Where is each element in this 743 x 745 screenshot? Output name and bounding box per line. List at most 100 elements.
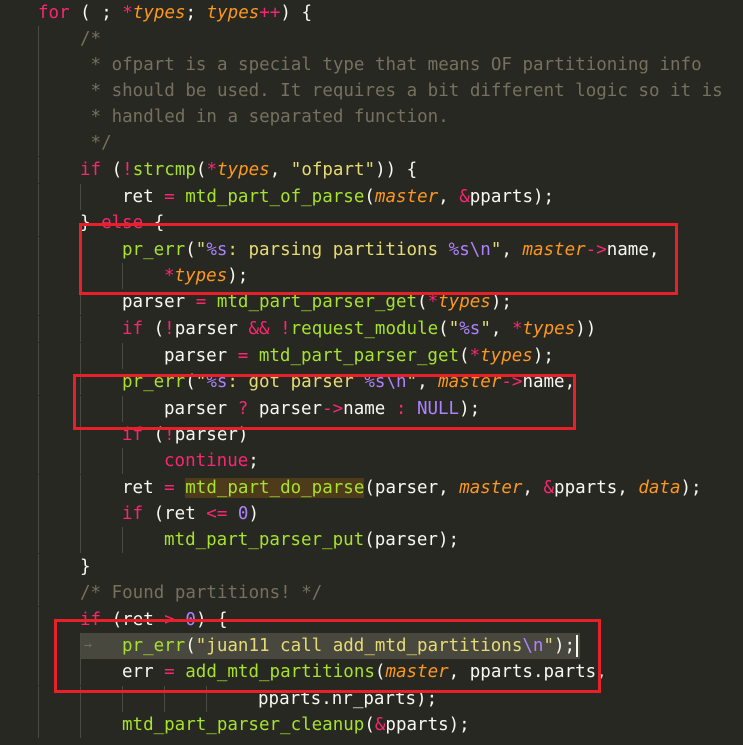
code-token: (	[185, 372, 196, 392]
indent-guide	[38, 104, 39, 130]
code-line[interactable]: if (ret > 0) {	[80, 607, 228, 633]
code-line[interactable]: */	[80, 130, 112, 156]
code-token: !	[280, 319, 291, 339]
indent-guide	[38, 475, 39, 501]
code-line[interactable]: pr_err("%s: parsing partitions %s\n", ma…	[122, 237, 659, 263]
indent-guide	[80, 369, 81, 395]
code-line[interactable]: if (!strcmp(*types, "ofpart")) {	[80, 157, 417, 183]
code-token: mtd_part_parser_put	[164, 530, 365, 550]
code-line[interactable]: if (!parser)	[122, 422, 248, 448]
code-line[interactable]: ret = mtd_part_do_parse(parser, master, …	[122, 475, 702, 501]
code-token: : got parser	[227, 372, 365, 392]
code-line[interactable]: * handled in a separated function.	[80, 104, 449, 130]
code-token: (	[185, 240, 196, 260]
code-token: ( ;	[69, 3, 123, 23]
indent-guide	[38, 184, 39, 210]
code-token: pparts.nr_parts);	[258, 689, 438, 709]
code-token: );	[227, 266, 249, 286]
indent-guide	[38, 422, 39, 448]
indent-guide	[80, 396, 81, 422]
code-token: ?	[237, 399, 249, 419]
code-token: \n	[469, 240, 491, 260]
indent-guide	[38, 686, 39, 712]
code-line[interactable]: *types);	[164, 263, 248, 289]
indent-guide	[38, 448, 39, 474]
code-token: pparts);	[385, 715, 470, 735]
code-token: master	[522, 240, 586, 260]
code-line[interactable]: parser = mtd_part_parser_get(*types);	[122, 289, 512, 315]
code-token: if	[122, 425, 144, 445]
code-token: "	[406, 372, 418, 392]
code-token: NULL	[416, 399, 460, 419]
code-line[interactable]: /*	[80, 26, 101, 52]
code-line[interactable]: }	[80, 554, 91, 580]
indent-guide	[38, 237, 39, 263]
code-line[interactable]: if (!parser && !request_module("%s", *ty…	[122, 316, 596, 342]
code-token: &	[459, 187, 470, 207]
indent-guide	[38, 210, 39, 236]
indent-guide	[80, 184, 81, 210]
code-line[interactable]: if (ret <= 0)	[122, 501, 259, 527]
code-token: (	[438, 319, 449, 339]
code-token: parser	[164, 399, 238, 419]
code-line[interactable]: pparts.nr_parts);	[258, 686, 437, 712]
code-token: types	[438, 292, 491, 312]
code-token: ;	[185, 3, 207, 23]
code-token: if	[80, 610, 102, 630]
code-line[interactable]: * ofpart is a special type that means OF…	[80, 52, 702, 78]
code-token: );	[459, 399, 481, 419]
code-line[interactable]: } else {	[80, 210, 164, 236]
indent-guide	[38, 157, 39, 183]
code-token: : parsing partitions	[227, 240, 449, 260]
code-token: (	[185, 636, 196, 656]
code-token: ,	[501, 240, 523, 260]
code-token: *	[469, 346, 481, 366]
code-token: =	[237, 346, 249, 366]
code-token: ) {	[195, 610, 228, 630]
indent-guide	[80, 263, 81, 289]
code-token: (ret	[101, 610, 165, 630]
code-line[interactable]: err = add_mtd_partitions(master, pparts.…	[122, 659, 607, 685]
code-token: parser	[174, 319, 249, 339]
code-token: pparts,	[554, 478, 639, 498]
code-line[interactable]: * should be used. It requires a bit diff…	[80, 78, 723, 104]
code-line[interactable]: for ( ; *types; types++) {	[38, 0, 312, 26]
code-token: )	[248, 504, 260, 524]
code-token: &	[543, 478, 555, 498]
code-line[interactable]: mtd_part_parser_cleanup(&pparts);	[122, 712, 470, 738]
code-token: parser	[164, 346, 238, 366]
code-token: ret	[122, 478, 165, 498]
tab-arrow-icon: →	[84, 638, 92, 653]
code-token: ,	[269, 160, 291, 180]
indent-guide	[38, 26, 39, 52]
code-line[interactable]: parser ? parser->name : NULL);	[164, 396, 480, 422]
code-token: types	[217, 160, 270, 180]
code-token: %s	[364, 372, 386, 392]
code-line[interactable]: pr_err("juan11 call add_mtd_partitions\n…	[122, 633, 575, 659]
code-line[interactable]: pr_err("%s: got parser %s\n", master->na…	[122, 369, 575, 395]
code-line[interactable]: /* Found partitions! */	[80, 580, 322, 606]
code-line[interactable]: ret = mtd_part_of_parse(master, &pparts)…	[122, 184, 554, 210]
code-token: mtd_part_do_parse	[185, 478, 365, 498]
code-token: *	[164, 266, 175, 286]
code-line[interactable]: mtd_part_parser_put(parser);	[164, 527, 459, 553]
code-token: types	[174, 266, 228, 286]
indent-guide	[38, 289, 39, 315]
code-token: (	[195, 160, 207, 180]
code-token: (	[364, 187, 375, 207]
indent-guide	[38, 501, 39, 527]
code-token: master	[374, 187, 439, 207]
indent-guide	[122, 343, 123, 369]
code-line[interactable]: parser = mtd_part_parser_get(*types);	[164, 343, 554, 369]
code-editor[interactable]: for ( ; *types; types++) {/* * ofpart is…	[0, 0, 743, 745]
indent-guide	[80, 475, 81, 501]
indent-guide	[38, 78, 39, 104]
code-token: ))	[575, 319, 597, 339]
indent-guide	[80, 448, 81, 474]
code-token: ,	[438, 187, 460, 207]
code-line[interactable]: continue;	[164, 448, 259, 474]
code-token: *	[427, 292, 439, 312]
